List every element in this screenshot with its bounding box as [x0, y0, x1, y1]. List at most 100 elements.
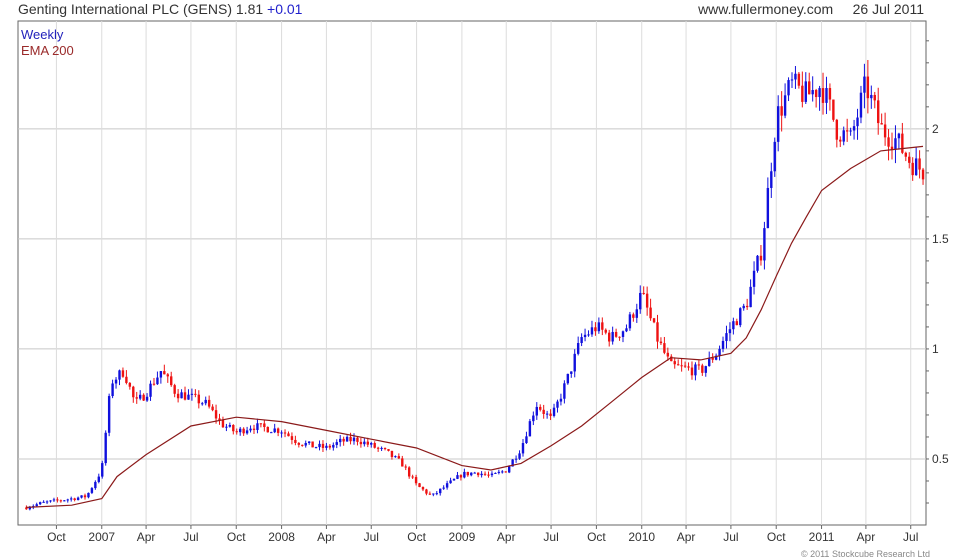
- candle-body: [411, 476, 414, 478]
- weekly-candle: [628, 311, 632, 331]
- candle-body: [739, 308, 742, 326]
- candle-body: [521, 443, 525, 454]
- candle-body: [859, 92, 863, 118]
- candle-body: [159, 371, 163, 378]
- candle-body: [776, 106, 780, 142]
- candle-body: [525, 436, 528, 444]
- candle-body: [287, 433, 290, 437]
- candle-body: [680, 365, 683, 367]
- candle-body: [597, 322, 601, 332]
- candle-body: [901, 133, 904, 153]
- candle-body: [594, 327, 597, 332]
- candle-body: [811, 90, 814, 95]
- weekly-candle: [566, 373, 570, 385]
- candle-body: [556, 401, 559, 408]
- candle-body: [173, 385, 176, 394]
- chart-title: Genting International PLC (GENS) 1.81 +0…: [18, 1, 302, 17]
- candle-body: [376, 447, 380, 449]
- y-tick-label: 0.5: [932, 452, 949, 466]
- candle-body: [125, 376, 128, 383]
- candle-body: [587, 334, 590, 336]
- candle-body: [152, 383, 156, 385]
- candle-body: [266, 427, 269, 433]
- candle-body: [359, 441, 363, 445]
- candle-body: [339, 438, 342, 443]
- candle-body: [249, 428, 252, 431]
- candle-body: [608, 332, 611, 342]
- candle-body: [914, 158, 918, 176]
- candle-body: [180, 392, 183, 399]
- candle-body: [238, 428, 242, 433]
- weekly-candle: [756, 254, 759, 273]
- candle-body: [118, 370, 121, 380]
- candle-body: [132, 386, 135, 398]
- candle-body: [59, 500, 63, 502]
- candle-body: [97, 476, 100, 482]
- candle-body: [421, 487, 425, 490]
- y-tick-label: 1: [932, 342, 939, 356]
- candle-body: [635, 309, 638, 318]
- candle-body: [590, 327, 594, 335]
- candle-body: [425, 489, 428, 494]
- candle-body: [414, 477, 418, 484]
- candle-body: [473, 472, 476, 474]
- candle-body: [656, 322, 659, 342]
- candle-body: [428, 493, 432, 495]
- candle-body: [280, 432, 283, 434]
- candle-body: [311, 441, 314, 448]
- candle-body: [639, 292, 642, 310]
- candle-body: [604, 329, 607, 333]
- candle-body: [352, 437, 356, 442]
- candle-body: [70, 498, 73, 500]
- candle-body: [849, 130, 852, 132]
- x-tick-label: Apr: [497, 530, 516, 544]
- candle-body: [694, 364, 697, 376]
- candle-body: [442, 487, 445, 489]
- candle-body: [463, 471, 466, 478]
- site-link[interactable]: www.fullermoney.com: [698, 1, 833, 17]
- candle-body: [142, 394, 145, 401]
- candle-body: [176, 393, 180, 399]
- candle-body: [545, 413, 549, 415]
- candle-body: [101, 463, 104, 477]
- candle-body: [797, 73, 801, 86]
- candle-body: [470, 472, 473, 476]
- x-tick-label: Apr: [857, 530, 876, 544]
- x-tick-label: Oct: [227, 530, 246, 544]
- candle-body: [563, 383, 566, 399]
- candle-body: [666, 352, 670, 357]
- candle-body: [242, 428, 245, 434]
- y-tick-label: 2: [932, 122, 939, 136]
- x-tick-label: Jul: [183, 530, 198, 544]
- candle-body: [76, 497, 80, 501]
- candle-body: [390, 450, 394, 457]
- candle-body: [221, 420, 225, 428]
- candle-body: [542, 409, 545, 414]
- candle-body: [128, 382, 132, 387]
- candle-body: [883, 124, 887, 138]
- candle-body: [52, 499, 56, 501]
- candle-body: [642, 292, 645, 294]
- candle-body: [273, 428, 276, 433]
- candle-body: [418, 483, 421, 488]
- x-tick-label: 2007: [88, 530, 115, 544]
- candle-body: [190, 393, 194, 395]
- candle-body: [476, 472, 480, 476]
- candle-body: [170, 376, 173, 386]
- candle-body: [214, 410, 218, 419]
- candle-body: [735, 321, 739, 326]
- candle-body: [773, 141, 776, 172]
- x-tick-label: Oct: [587, 530, 606, 544]
- x-tick-label: Apr: [137, 530, 156, 544]
- candle-body: [138, 394, 142, 399]
- candle-body: [576, 343, 580, 354]
- candle-body: [73, 498, 76, 501]
- candle-body: [863, 76, 866, 93]
- candle-body: [366, 441, 369, 445]
- candle-body: [245, 430, 249, 434]
- candle-body: [549, 413, 552, 416]
- candle-body: [835, 119, 839, 140]
- candle-body: [294, 439, 297, 443]
- candle-body: [839, 139, 842, 142]
- candle-body: [363, 441, 366, 445]
